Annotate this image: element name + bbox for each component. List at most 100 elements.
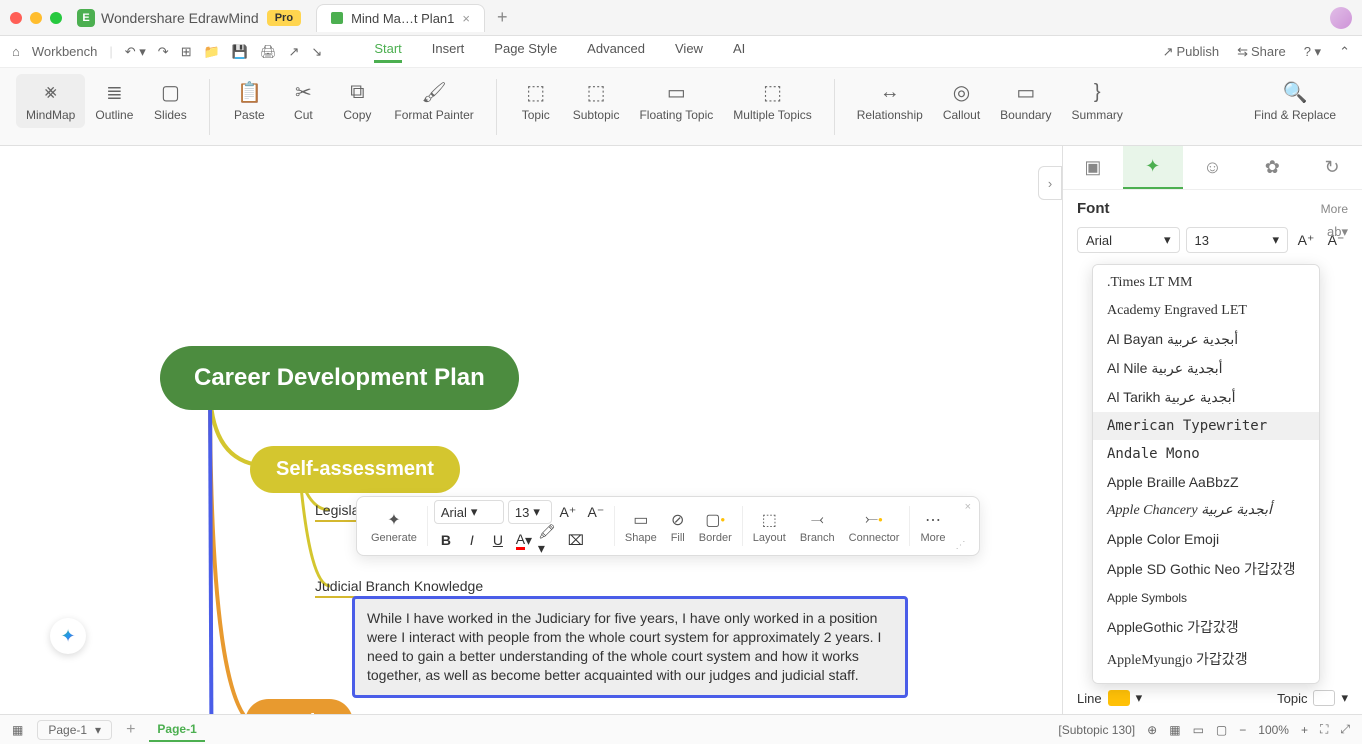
branch-button[interactable]: ⤙Branch	[796, 509, 839, 544]
font-option[interactable]: Apple Braille AaBbzZ	[1093, 468, 1319, 496]
underline-button[interactable]: U	[486, 528, 510, 552]
shape-button[interactable]: ▭Shape	[621, 509, 661, 544]
new-tab-button[interactable]: +	[497, 7, 508, 28]
bold-button[interactable]: B	[434, 528, 458, 552]
panel-tab-history[interactable]: ↻	[1302, 146, 1362, 189]
multiple-topics-button[interactable]: ⬚Multiple Topics	[723, 74, 821, 128]
undo-icon[interactable]: ↶ ▾	[125, 44, 146, 60]
zoom-in-button[interactable]: +	[1301, 723, 1308, 737]
highlight-button[interactable]: 🖍▾	[538, 528, 562, 552]
font-option[interactable]: Apple SD Gothic Neo 가갑갔갱	[1093, 553, 1319, 585]
page-select[interactable]: Page-1▾	[37, 720, 112, 740]
topic-self-assessment[interactable]: Self-assessment	[250, 446, 460, 493]
copy-button[interactable]: ⧉Copy	[330, 74, 384, 128]
summary-button[interactable]: }Summary	[1062, 74, 1133, 128]
close-window[interactable]	[10, 12, 22, 24]
panel-more-link[interactable]: More	[1321, 202, 1348, 216]
mindmap-view-button[interactable]: ⨳MindMap	[16, 74, 85, 128]
zoom-level[interactable]: 100%	[1258, 723, 1289, 737]
font-option[interactable]: .Times LT MM	[1093, 269, 1319, 297]
subtopic-button[interactable]: ⬚Subtopic	[563, 74, 630, 128]
status-present-icon[interactable]: ▭	[1193, 723, 1204, 737]
publish-button[interactable]: ↗ Publish	[1163, 44, 1220, 60]
share-button[interactable]: ⇆ Share	[1237, 44, 1286, 60]
topic-button[interactable]: ⬚Topic	[509, 74, 563, 128]
connector-button[interactable]: ⤚●Connector	[845, 509, 904, 544]
menu-advanced[interactable]: Advanced	[587, 41, 645, 63]
toolbar-close-icon[interactable]: ×	[965, 501, 971, 513]
close-tab-icon[interactable]: ×	[462, 11, 470, 26]
italic-button[interactable]: I	[460, 528, 484, 552]
zoom-out-button[interactable]: −	[1239, 723, 1246, 737]
format-painter-button[interactable]: 🖌Format Painter	[384, 74, 483, 128]
panel-fontsize-select[interactable]: 13▾	[1186, 227, 1289, 253]
maximize-window[interactable]	[50, 12, 62, 24]
resize-grip-icon[interactable]: ⋰	[956, 540, 966, 551]
font-option[interactable]: Apple Chancery أبجدية عربية	[1093, 496, 1319, 525]
pages-icon[interactable]: ▦	[12, 723, 23, 737]
font-option[interactable]: American Typewriter	[1093, 412, 1319, 440]
font-option-selected[interactable]: ✓Arial	[1093, 675, 1319, 684]
layout-button[interactable]: ⬚Layout	[749, 509, 790, 544]
fullscreen-icon[interactable]: ⤢	[1340, 722, 1350, 737]
selected-note-topic[interactable]: While I have worked in the Judiciary for…	[352, 596, 908, 698]
menu-start[interactable]: Start	[374, 41, 401, 63]
floating-topic-button[interactable]: ▭Floating Topic	[629, 74, 723, 128]
page-tab[interactable]: Page-1	[149, 718, 204, 742]
menu-ai[interactable]: AI	[733, 41, 745, 63]
font-color-button[interactable]: A▾	[512, 528, 536, 552]
increase-font-icon[interactable]: A⁺	[556, 500, 580, 524]
outline-view-button[interactable]: ≣Outline	[85, 74, 143, 128]
font-option[interactable]: Al Bayan أبجدية عربية	[1093, 325, 1319, 354]
font-family-select[interactable]: Arial▾	[434, 500, 504, 524]
ai-generate-button[interactable]: ✦ Generate	[367, 509, 421, 544]
export-icon[interactable]: ↗	[289, 44, 300, 60]
decrease-font-icon[interactable]: A⁻	[584, 500, 608, 524]
menu-page-style[interactable]: Page Style	[494, 41, 557, 63]
font-option[interactable]: AppleMyungjo 가갑갔갱	[1093, 643, 1319, 675]
panel-increase-font[interactable]: A⁺	[1294, 228, 1318, 252]
status-grid-icon[interactable]: ▦	[1169, 723, 1180, 737]
collapse-panel-button[interactable]: ›	[1038, 166, 1062, 200]
collapse-ribbon-icon[interactable]: ⌃	[1339, 44, 1350, 60]
save-icon[interactable]: 💾	[232, 44, 248, 60]
workbench-button[interactable]: Workbench	[32, 44, 98, 59]
ai-assistant-fab[interactable]: ✦	[50, 618, 86, 654]
slides-view-button[interactable]: ▢Slides	[143, 74, 197, 128]
topic-goals[interactable]: Goals	[245, 699, 353, 714]
clear-format-button[interactable]: ⌧	[564, 528, 588, 552]
minimize-window[interactable]	[30, 12, 42, 24]
relationship-button[interactable]: ↔Relationship	[847, 74, 933, 128]
font-option[interactable]: Academy Engraved LET	[1093, 297, 1319, 325]
boundary-button[interactable]: ▭Boundary	[990, 74, 1061, 128]
font-size-select[interactable]: 13▾	[508, 500, 552, 524]
user-avatar[interactable]	[1330, 7, 1352, 29]
font-option[interactable]: Al Tarikh أبجدية عربية	[1093, 383, 1319, 412]
font-option[interactable]: Apple Symbols	[1093, 585, 1319, 611]
font-option[interactable]: Al Nile أبجدية عربية	[1093, 354, 1319, 383]
new-file-icon[interactable]: ⊞	[181, 44, 192, 60]
document-tab[interactable]: Mind Ma…t Plan1 ×	[316, 4, 485, 32]
panel-tab-emoji[interactable]: ☺	[1183, 146, 1243, 189]
status-globe-icon[interactable]: ⊕	[1147, 723, 1157, 737]
leaf-judicial[interactable]: Judicial Branch Knowledge	[315, 578, 483, 598]
menu-insert[interactable]: Insert	[432, 41, 465, 63]
panel-tab-style[interactable]: ▣	[1063, 146, 1123, 189]
print-icon[interactable]: 🖨	[260, 44, 277, 60]
menu-view[interactable]: View	[675, 41, 703, 63]
more-button[interactable]: ⋯More	[916, 509, 949, 544]
fill-button[interactable]: ⊘Fill	[667, 509, 689, 544]
fit-screen-icon[interactable]: ⛶	[1320, 722, 1328, 737]
find-replace-button[interactable]: 🔍Find & Replace	[1244, 74, 1346, 128]
paste-button[interactable]: 📋Paste	[222, 74, 276, 128]
redo-icon[interactable]: ↷	[158, 44, 169, 60]
cut-button[interactable]: ✂Cut	[276, 74, 330, 128]
import-icon[interactable]: ↘	[311, 44, 322, 60]
panel-tab-clipart[interactable]: ✿	[1242, 146, 1302, 189]
add-page-button[interactable]: +	[126, 721, 135, 739]
home-icon[interactable]: ⌂	[12, 44, 20, 59]
text-style-indicator[interactable]: ab▾	[1327, 224, 1348, 240]
open-file-icon[interactable]: 📁	[204, 44, 220, 60]
font-option[interactable]: Andale Mono	[1093, 440, 1319, 468]
root-topic[interactable]: Career Development Plan	[160, 346, 519, 410]
